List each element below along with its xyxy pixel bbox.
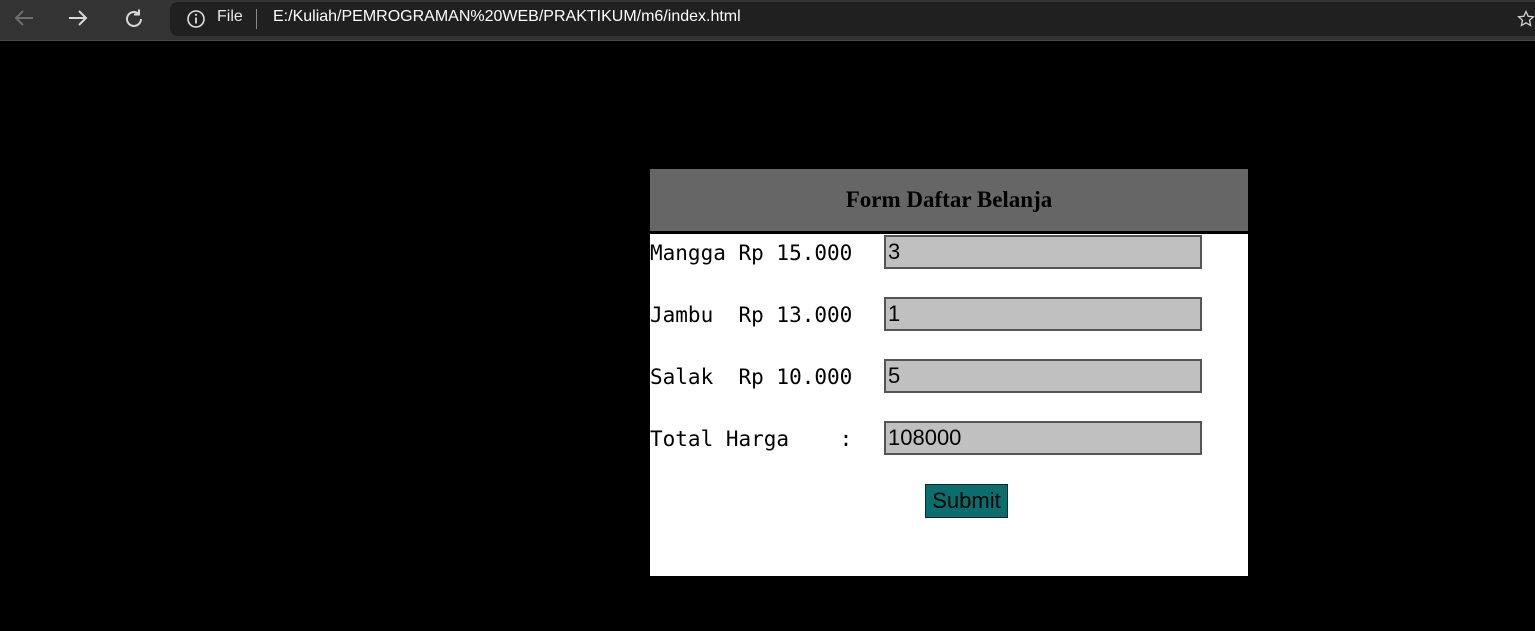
refresh-icon: [126, 9, 142, 27]
salak-label: Salak Rp 10.000: [650, 365, 853, 389]
shopping-form: Form Daftar Belanja Mangga Rp 15.000 Jam…: [650, 169, 1248, 576]
url-text[interactable]: E:/Kuliah/PEMROGRAMAN%20WEB/PRAKTIKUM/m6…: [273, 8, 741, 26]
browser-toolbar: File E:/Kuliah/PEMROGRAMAN%20WEB/PRAKTIK…: [0, 0, 1535, 41]
total-label: Total Harga :: [650, 427, 853, 451]
form-header: Form Daftar Belanja: [650, 169, 1248, 234]
jambu-label: Jambu Rp 13.000: [650, 303, 853, 327]
arrow-left-icon: [14, 10, 33, 26]
salak-quantity-input[interactable]: [884, 359, 1202, 393]
address-bar[interactable]: File E:/Kuliah/PEMROGRAMAN%20WEB/PRAKTIK…: [170, 2, 1535, 36]
info-icon[interactable]: [186, 9, 206, 29]
jambu-quantity-input[interactable]: [884, 297, 1202, 331]
star-icon[interactable]: [1517, 10, 1535, 28]
submit-button[interactable]: Submit: [925, 484, 1008, 518]
form-title: Form Daftar Belanja: [845, 187, 1053, 212]
back-button[interactable]: [10, 6, 38, 30]
mangga-label: Mangga Rp 15.000: [650, 241, 853, 265]
mangga-quantity-input[interactable]: [884, 235, 1202, 269]
refresh-button[interactable]: [120, 6, 148, 30]
arrow-right-icon: [69, 10, 88, 26]
scheme-label: File: [217, 8, 243, 25]
address-separator: [256, 9, 257, 29]
total-price-field[interactable]: [884, 421, 1202, 455]
forward-button[interactable]: [64, 6, 92, 30]
